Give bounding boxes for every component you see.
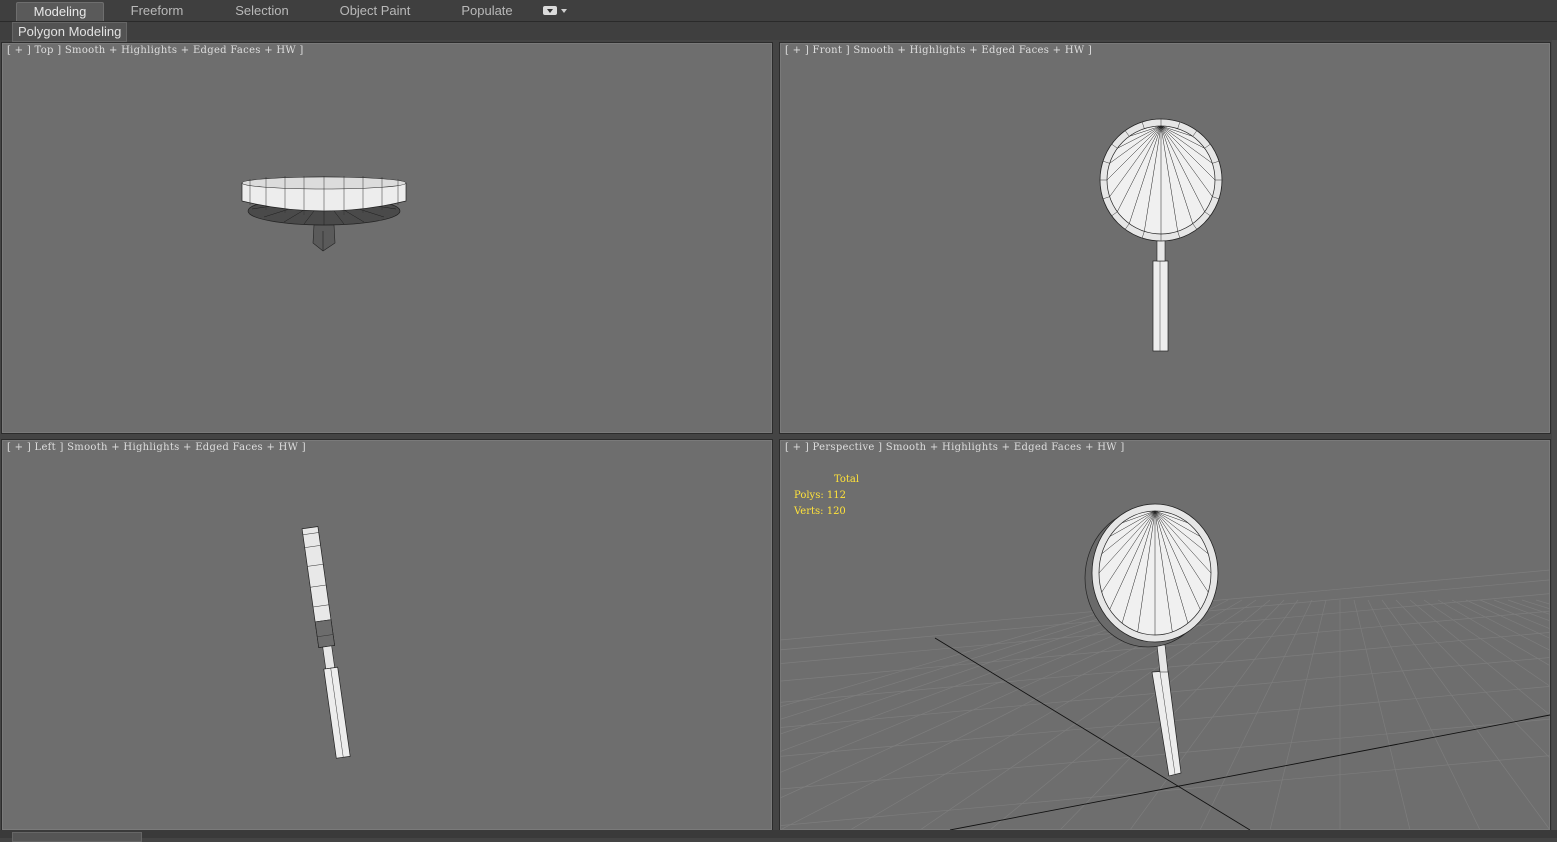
left-view-model bbox=[301, 526, 351, 759]
viewport-top[interactable]: [ + ] Top ] Smooth + Highlights + Edged … bbox=[1, 42, 773, 434]
tab-selection[interactable]: Selection bbox=[222, 2, 302, 20]
ribbon-tab-bar: Modeling Freeform Selection Object Paint… bbox=[0, 0, 1557, 22]
panel-dropdown-icon[interactable] bbox=[543, 5, 567, 17]
viewport-perspective[interactable]: [ + ] Perspective ] Smooth + Highlights … bbox=[779, 439, 1551, 831]
polygon-modeling-panel-button[interactable]: Polygon Modeling bbox=[12, 22, 128, 42]
viewport-left[interactable]: [ + ] Left ] Smooth + Highlights + Edged… bbox=[1, 439, 773, 831]
time-slider-bar bbox=[0, 830, 1557, 842]
time-slider[interactable] bbox=[12, 832, 142, 842]
tab-freeform[interactable]: Freeform bbox=[117, 2, 197, 20]
tab-object-paint[interactable]: Object Paint bbox=[330, 2, 420, 20]
ribbon-panel: Polygon Modeling bbox=[0, 22, 1557, 42]
perspective-view-model bbox=[780, 503, 1550, 830]
viewport-side-scrollbar[interactable] bbox=[1552, 40, 1557, 830]
tab-modeling[interactable]: Modeling bbox=[16, 2, 104, 21]
front-view-model bbox=[1099, 118, 1223, 352]
top-view-model bbox=[241, 176, 407, 252]
tab-populate[interactable]: Populate bbox=[452, 2, 522, 20]
viewport-front[interactable]: [ + ] Front ] Smooth + Highlights + Edge… bbox=[779, 42, 1551, 434]
